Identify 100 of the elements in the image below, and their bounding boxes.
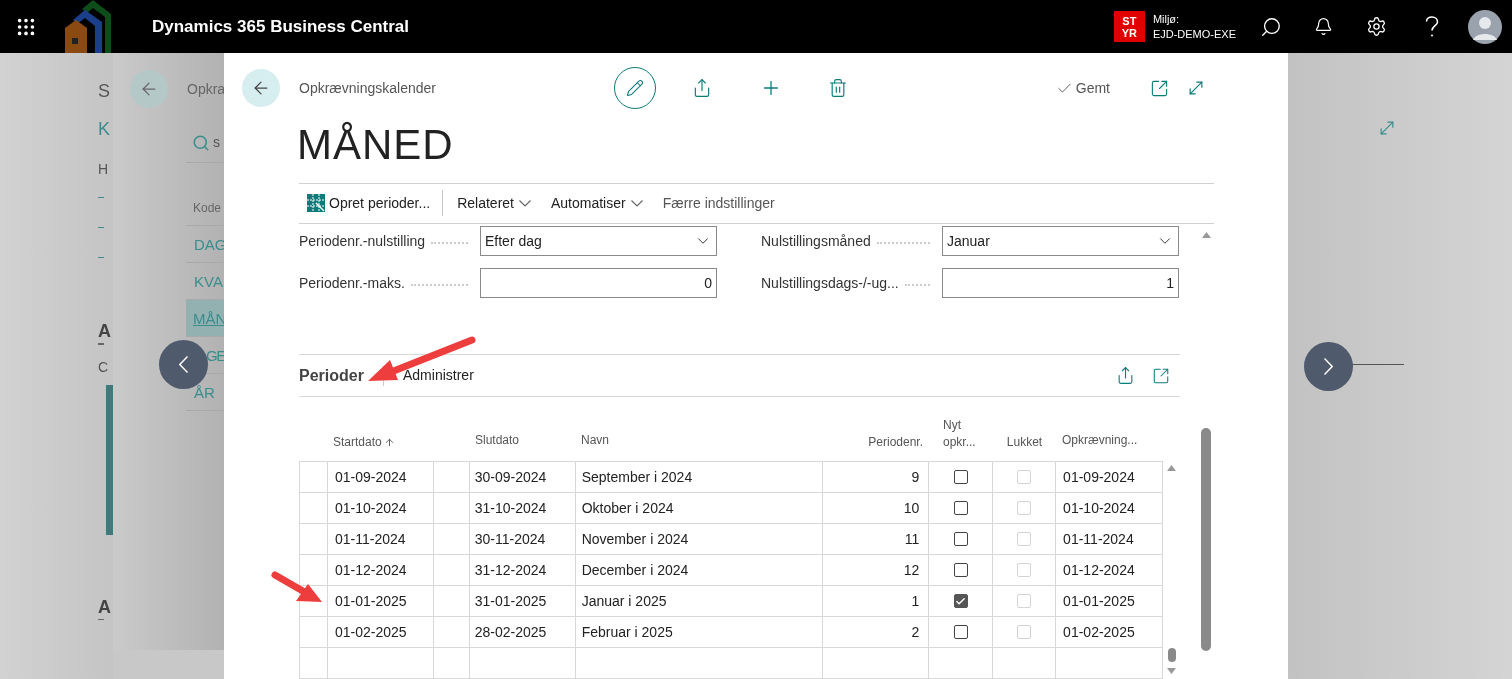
table-cell: 1 xyxy=(823,586,930,617)
link-fragment: K xyxy=(98,118,111,141)
table-cell: 01-02-2025 xyxy=(327,617,434,648)
table-cell: 01-01-2025 xyxy=(1056,586,1163,617)
table-cell: 01-02-2025 xyxy=(1056,617,1163,648)
search-icon[interactable] xyxy=(1260,15,1282,38)
dropdown-field[interactable]: Januar xyxy=(942,226,1179,256)
checkbox[interactable] xyxy=(953,563,968,577)
table-cell: 28-02-2025 xyxy=(469,617,576,648)
environment-badge: ST YR xyxy=(1113,11,1145,42)
search-field[interactable]: s xyxy=(213,132,220,153)
environment-label: Miljø: xyxy=(1152,11,1181,27)
table-cell: Februar i 2025 xyxy=(575,617,824,648)
dropdown-field[interactable]: Efter dag xyxy=(480,226,717,256)
table-cell xyxy=(433,555,470,586)
field-label: Nulstillingsdags-/-ug... xyxy=(761,273,899,293)
column-header[interactable]: Navn xyxy=(581,433,609,447)
table-cell: 31-01-2025 xyxy=(469,586,576,617)
checkbox[interactable] xyxy=(953,532,968,546)
section-title: Perioder xyxy=(299,366,364,384)
menu-button[interactable]: Relateret xyxy=(447,188,541,219)
table-cell: 2 xyxy=(823,617,930,648)
scroll-up-icon[interactable] xyxy=(1201,232,1211,238)
create-periods-button[interactable]: Opret perioder... xyxy=(299,188,439,219)
number-field[interactable]: 0 xyxy=(480,268,717,298)
pencil-icon xyxy=(626,79,644,98)
table-cell xyxy=(433,493,470,524)
table-cell xyxy=(433,524,470,555)
settings-icon[interactable] xyxy=(1366,16,1387,37)
column-header[interactable]: Nyt opkr... xyxy=(939,417,983,451)
open-in-new-window-icon[interactable] xyxy=(1152,366,1170,385)
table-cell: 12 xyxy=(823,555,930,586)
field-label: Periodenr.-nulstilling xyxy=(299,231,426,251)
column-header[interactable]: Periodenr. xyxy=(868,433,923,451)
open-in-new-window-icon[interactable] xyxy=(1150,78,1169,98)
page-title: MÅNED xyxy=(297,120,454,168)
breadcrumb: Opkrævningskalender xyxy=(299,78,437,98)
table-cell: November i 2024 xyxy=(575,524,824,555)
page-title-fragment: S xyxy=(98,80,111,103)
checkbox[interactable] xyxy=(953,594,968,608)
table-cell: 30-09-2024 xyxy=(469,462,576,493)
menu-button[interactable]: Automatiser xyxy=(541,188,653,219)
column-header[interactable]: Startdato xyxy=(333,433,382,451)
label-fragment: C xyxy=(98,358,110,377)
scroll-thumb[interactable] xyxy=(1201,428,1211,651)
table-cell: Oktober i 2024 xyxy=(575,493,824,524)
table-cell: December i 2024 xyxy=(575,555,824,586)
help-icon[interactable] xyxy=(1425,15,1439,38)
app-title: Dynamics 365 Business Central xyxy=(152,15,409,38)
search-icon xyxy=(192,133,210,152)
scroll-up-icon[interactable] xyxy=(1167,465,1176,471)
chevron-left-icon xyxy=(179,356,188,373)
delete-icon[interactable] xyxy=(828,78,848,99)
checkbox[interactable] xyxy=(953,501,968,515)
chevron-down-icon xyxy=(630,199,643,207)
checkbox[interactable] xyxy=(953,625,968,639)
table-cell: 31-12-2024 xyxy=(469,555,576,586)
column-header[interactable]: Lukket xyxy=(1006,433,1043,451)
column-header[interactable]: Opkrævning... xyxy=(1062,433,1138,447)
table-cell xyxy=(300,555,328,586)
share-icon[interactable] xyxy=(692,78,712,99)
scroll-thumb[interactable] xyxy=(1167,648,1176,662)
table-cell: 10 xyxy=(823,493,930,524)
heading-fragment: A xyxy=(98,596,112,619)
table-cell: 01-12-2024 xyxy=(327,555,434,586)
avatar[interactable] xyxy=(1468,9,1502,44)
table-cell: 01-10-2024 xyxy=(1056,493,1163,524)
table-cell: 11 xyxy=(823,524,930,555)
table-cell xyxy=(433,617,470,648)
number-field[interactable]: 1 xyxy=(942,268,1179,298)
share-icon[interactable] xyxy=(1116,366,1135,385)
scroll-down-icon[interactable] xyxy=(1167,668,1176,674)
column-header: Kode xyxy=(193,200,222,217)
table-cell: 01-10-2024 xyxy=(327,493,434,524)
environment-name: EJD-DEMO-EXE xyxy=(1152,26,1236,42)
table-cell: 01-11-2024 xyxy=(327,524,434,555)
table-cell: 9 xyxy=(823,462,930,493)
table-cell: 30-11-2024 xyxy=(469,524,576,555)
fewer-options-button[interactable]: Færre indstillinger xyxy=(652,188,785,219)
heading-fragment: A xyxy=(98,320,112,343)
table-cell: 31-10-2024 xyxy=(469,493,576,524)
table-cell: 01-12-2024 xyxy=(1056,555,1163,586)
table-grid-icon xyxy=(307,194,325,213)
saved-status: Gemt xyxy=(1055,77,1110,99)
table-cell: 01-11-2024 xyxy=(1056,524,1163,555)
back-button[interactable] xyxy=(242,69,280,108)
column-header[interactable]: Slutdato xyxy=(475,433,520,447)
sort-ascending-icon xyxy=(383,436,395,448)
table-cell xyxy=(433,586,470,617)
chevron-right-icon xyxy=(1324,358,1333,375)
field-label: Periodenr.-maks. xyxy=(299,273,405,293)
field-label: Nulstillingsmåned xyxy=(761,231,871,251)
chevron-down-icon xyxy=(519,199,531,207)
notifications-icon[interactable] xyxy=(1314,17,1333,36)
manage-tab[interactable]: Administrer xyxy=(403,365,474,386)
table-cell: 01-09-2024 xyxy=(1056,462,1163,493)
table-cell: 01-09-2024 xyxy=(327,462,434,493)
checkbox[interactable] xyxy=(953,470,968,484)
label-fragment: H xyxy=(98,160,110,179)
table-cell: Januar i 2025 xyxy=(575,586,824,617)
